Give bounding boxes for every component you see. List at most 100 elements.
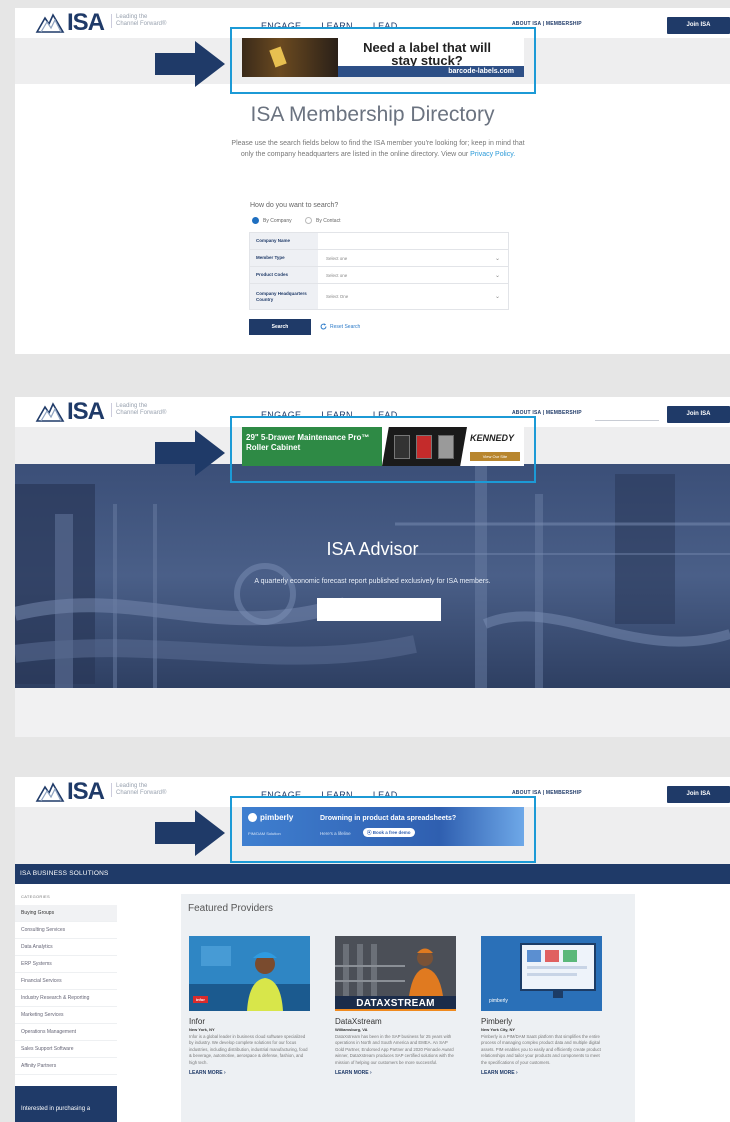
book-demo-button[interactable]: ⦿ Book a free demo xyxy=(363,828,415,837)
pimberly-ad[interactable]: pimberly PIM/DAM Solution Drowning in pr… xyxy=(242,807,524,846)
pimberly-logo-icon xyxy=(248,813,257,822)
page-title: ISA Membership Directory xyxy=(250,103,495,126)
learn-more-link[interactable]: LEARN MORE › xyxy=(481,1070,602,1076)
view-site-button[interactable]: View Our Site xyxy=(470,452,520,461)
radio-by-company[interactable]: By Company xyxy=(252,217,292,224)
pimberly-image[interactable]: pimberly xyxy=(481,936,602,1011)
learn-more-link[interactable]: LEARN MORE › xyxy=(189,1070,310,1076)
search-button[interactable]: Search xyxy=(249,319,311,335)
provider-description: Pimberly is a PIM/DAM SaaS platform that… xyxy=(481,1034,601,1065)
provider-description: Infor is a global leader in business clo… xyxy=(189,1034,308,1065)
barcode-labels-ad[interactable]: Need a label that will stay stuck? barco… xyxy=(242,38,524,77)
search-mode-question: How do you want to search? xyxy=(250,202,339,209)
radio-selected-icon xyxy=(252,217,259,224)
purchase-promo[interactable]: Interested in purchasing a xyxy=(15,1086,117,1122)
category-industry-research[interactable]: Industry Research & Reporting xyxy=(15,990,117,1007)
isa-logo[interactable]: ISA xyxy=(35,780,105,804)
tagline: Leading the Channel Forward® xyxy=(111,14,171,28)
footer-band xyxy=(15,688,730,737)
category-buying-groups[interactable]: Buying Groups xyxy=(15,905,117,922)
provider-name[interactable]: Pimberly xyxy=(481,1017,602,1026)
reset-search-link[interactable]: Reset Search xyxy=(320,323,360,330)
dataxstream-badge: DATAXSTREAM xyxy=(335,996,456,1011)
chevron-down-icon: ⌄ xyxy=(494,255,500,262)
ad-sub: Here's a lifeline xyxy=(320,831,351,836)
join-isa-button[interactable]: Join ISA xyxy=(667,786,730,803)
ad-headline: Drowning in product data spreadsheets? xyxy=(320,815,457,822)
advisor-screenshot: ISA Leading the Channel Forward® ENGAGE … xyxy=(15,397,730,737)
cabinet-red xyxy=(416,435,432,459)
ad-highlight-box: 29" 5-Drawer Maintenance Pro™ Roller Cab… xyxy=(230,416,536,483)
category-financial-services[interactable]: Financial Services xyxy=(15,973,117,990)
infor-image[interactable]: infor xyxy=(189,936,310,1011)
radio-unselected-icon xyxy=(305,217,312,224)
form-row-member-type: Member Type Select one ⌄ xyxy=(250,250,508,267)
provider-description: DataXstream has been in the SAP business… xyxy=(335,1034,454,1065)
industrial-pipes-image xyxy=(15,464,730,688)
hero-banner xyxy=(15,464,730,688)
dataxstream-image[interactable]: DATAXSTREAM xyxy=(335,936,456,1011)
category-data-analytics[interactable]: Data Analytics xyxy=(15,939,117,956)
ad-headline: Need a label that will stay stuck? xyxy=(363,40,491,68)
isa-logo[interactable]: ISA xyxy=(35,11,105,35)
refresh-icon xyxy=(320,323,327,330)
cabinet-gray xyxy=(438,435,454,459)
isa-logo-icon xyxy=(35,782,65,802)
provider-card-infor: infor Infor New York, NY Infor is a glob… xyxy=(189,936,310,1076)
isa-logo[interactable]: ISA xyxy=(35,400,105,424)
category-affinity-partners[interactable]: Affinity Partners xyxy=(15,1058,117,1075)
pimberly-badge: pimberly xyxy=(489,998,508,1004)
search-input[interactable] xyxy=(595,405,659,421)
category-operations-management[interactable]: Operations Management xyxy=(15,1024,117,1041)
business-solutions-bar: ISA BUSINESS SOLUTIONS xyxy=(15,864,730,884)
privacy-policy-link[interactable]: Privacy Policy. xyxy=(470,151,515,158)
arrow-icon xyxy=(155,430,225,476)
provider-location: Williamsburg, VA xyxy=(335,1027,368,1032)
ad-headline: 29" 5-Drawer Maintenance Pro™ Roller Cab… xyxy=(246,433,370,452)
join-isa-button[interactable]: Join ISA xyxy=(667,17,730,34)
form-row-product-codes: Product Codes Select one ⌄ xyxy=(250,267,508,284)
arrow-icon xyxy=(155,41,225,87)
chevron-down-icon: ⌄ xyxy=(494,294,500,300)
hero-subtitle: A quarterly economic forecast report pub… xyxy=(254,578,491,585)
hero-cta-button[interactable] xyxy=(317,598,441,621)
tagline: Leading the Channel Forward® xyxy=(111,403,171,417)
cabinet-black xyxy=(394,435,410,459)
learn-more-link[interactable]: LEARN MORE › xyxy=(335,1070,456,1076)
category-sales-support-software[interactable]: Sales Support Software xyxy=(15,1041,117,1058)
kennedy-cabinet-ad[interactable]: 29" 5-Drawer Maintenance Pro™ Roller Cab… xyxy=(242,427,524,466)
chevron-down-icon: ⌄ xyxy=(494,272,500,279)
ad-product-image xyxy=(242,38,338,77)
category-marketing-services[interactable]: Marketing Services xyxy=(15,1007,117,1024)
provider-card-pimberly: pimberly Pimberly New York City, NY Pimb… xyxy=(481,936,602,1076)
chevron-right-icon: › xyxy=(224,1070,226,1077)
ad-highlight-box: pimberly PIM/DAM Solution Drowning in pr… xyxy=(230,796,536,863)
providers-main: Featured Providers infor Infor New York,… xyxy=(117,884,730,1122)
provider-location: New York, NY xyxy=(189,1027,215,1032)
provider-location: New York City, NY xyxy=(481,1027,516,1032)
directory-screenshot: ISA Leading the Channel Forward® ENGAGE … xyxy=(15,8,730,354)
business-solutions-screenshot: ISA Leading the Channel Forward® ENGAGE … xyxy=(15,777,730,1122)
brand-logo: KENNEDY xyxy=(470,433,515,443)
member-type-select[interactable]: Select one ⌄ xyxy=(318,250,508,266)
featured-heading: Featured Providers xyxy=(188,903,274,914)
category-consulting-services[interactable]: Consulting Services xyxy=(15,922,117,939)
provider-name[interactable]: Infor xyxy=(189,1017,310,1026)
chevron-right-icon: › xyxy=(370,1070,372,1077)
pimberly-ad-brand-sub: PIM/DAM Solution xyxy=(248,831,281,836)
arrow-icon xyxy=(155,810,225,856)
category-erp-systems[interactable]: ERP Systems xyxy=(15,956,117,973)
hq-country-select[interactable]: Select One ⌄ xyxy=(318,284,508,309)
join-isa-button[interactable]: Join ISA xyxy=(667,406,730,423)
radio-by-contact[interactable]: By Contact xyxy=(305,217,340,224)
company-name-input[interactable] xyxy=(318,233,508,249)
ad-highlight-box: Need a label that will stay stuck? barco… xyxy=(230,27,536,94)
form-row-hq-country: Company Headquarters Country Select One ⌄ xyxy=(250,284,508,309)
provider-name[interactable]: DataXstream xyxy=(335,1017,456,1026)
categories-heading: CATEGORIES xyxy=(21,894,50,899)
categories-sidebar: CATEGORIES Buying Groups Consulting Serv… xyxy=(15,884,117,1122)
infor-badge: infor xyxy=(193,996,208,1003)
intro-text: Please use the search fields below to fi… xyxy=(228,138,528,160)
product-codes-select[interactable]: Select one ⌄ xyxy=(318,267,508,283)
pimberly-ad-logo: pimberly xyxy=(248,813,293,822)
